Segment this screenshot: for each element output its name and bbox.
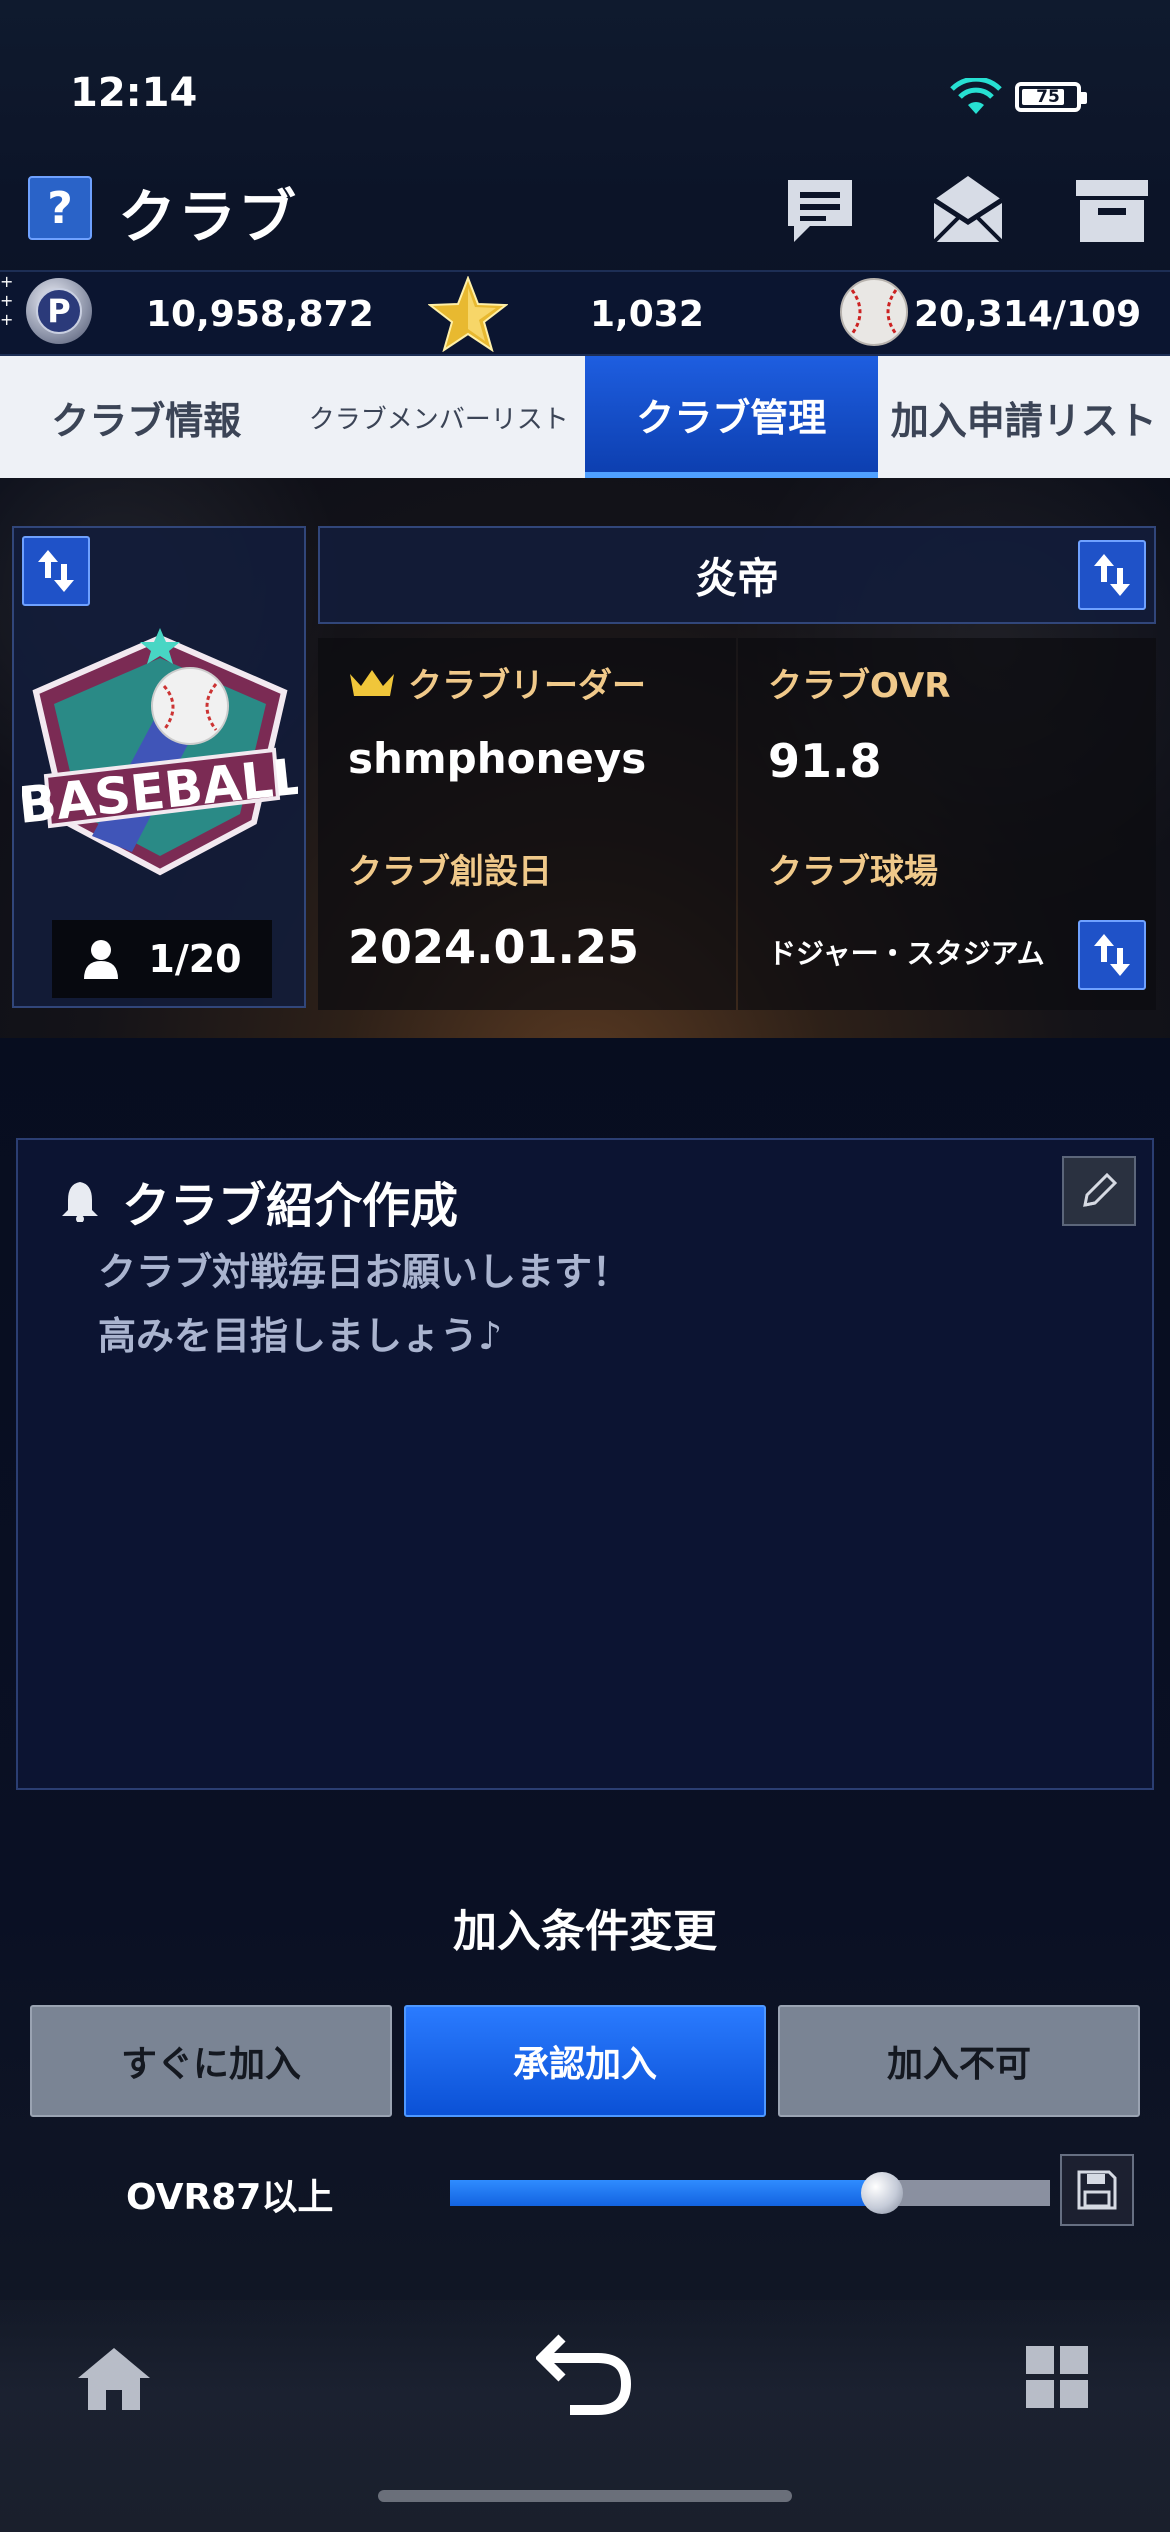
leader-value: shmphoneys <box>348 734 647 783</box>
join-approval-button[interactable]: 承認加入 <box>404 2005 766 2117</box>
points-value: 10,958,872 <box>146 293 374 335</box>
save-disk-icon <box>1077 2170 1117 2210</box>
stadium-label: クラブ球場 <box>768 852 938 892</box>
tab-club-management[interactable]: クラブ管理 <box>585 356 878 478</box>
points-value-wrap: 10,958,872 <box>146 278 374 350</box>
ovr-requirement-row: OVR87以上 <box>0 2150 1170 2230</box>
help-button[interactable]: ? <box>28 176 92 240</box>
ovr-requirement-label: OVR87以上 <box>126 2177 334 2218</box>
join-instant-button[interactable]: すぐに加入 <box>30 2005 392 2117</box>
status-time: 12:14 <box>70 70 198 116</box>
leader-label: クラブリーダー <box>408 666 646 706</box>
back-icon[interactable] <box>536 2332 632 2416</box>
points-coin-icon: P <box>26 278 92 344</box>
stars-value: 1,032 <box>590 293 704 335</box>
club-intro-panel: クラブ紹介作成 クラブ対戦毎日お願いします！ 高みを目指しましょう♪ <box>16 1138 1154 1790</box>
ovr-slider[interactable] <box>450 2172 1050 2214</box>
ovr-slider-thumb[interactable] <box>861 2172 903 2214</box>
crown-icon <box>350 669 394 696</box>
founded-value: 2024.01.25 <box>348 920 640 974</box>
star-icon <box>428 276 508 352</box>
home-icon[interactable] <box>76 2344 152 2414</box>
ovr-value: 91.8 <box>768 734 882 788</box>
ovr-slider-fill <box>450 2180 882 2206</box>
stadium-change-button[interactable] <box>1078 920 1146 990</box>
tab-club-info[interactable]: クラブ情報 <box>0 356 293 478</box>
club-banner: BASEBALL 1/20 炎帝 クラブリーダー shmphoneys クラブO… <box>0 478 1170 1038</box>
emblem-panel: BASEBALL 1/20 <box>12 526 306 1008</box>
stars-value-wrap: 1,032 <box>590 278 704 350</box>
swap-arrows-icon <box>38 550 74 592</box>
swap-arrows-icon <box>1094 934 1130 976</box>
member-count-badge: 1/20 <box>52 920 272 998</box>
baseball-icon <box>840 278 908 346</box>
save-button[interactable] <box>1060 2154 1134 2226</box>
club-name-bar: 炎帝 <box>318 526 1156 624</box>
status-bar: 12:14 75 <box>0 0 1170 160</box>
app-root: 12:14 75 ? クラブ P 10,958,872 + 1,032 + 20… <box>0 0 1170 2532</box>
club-name-change-button[interactable] <box>1078 540 1146 610</box>
founded-label: クラブ創設日 <box>348 852 552 892</box>
tab-member-list[interactable]: クラブメンバーリスト <box>293 356 586 478</box>
page-title: クラブ <box>118 183 299 251</box>
currency-bar: P 10,958,872 + 1,032 + 20,314/109 + <box>0 270 1170 356</box>
chat-icon[interactable] <box>780 170 860 250</box>
mail-icon[interactable] <box>928 170 1008 250</box>
edit-intro-button[interactable] <box>1062 1156 1136 1226</box>
wifi-icon <box>950 78 1002 114</box>
person-icon <box>84 940 119 979</box>
stadium-value: ドジャー・スタジアム <box>768 937 1045 970</box>
pencil-icon <box>1083 1172 1118 1207</box>
bell-icon <box>62 1182 98 1222</box>
stadium-cell: クラブ球場 ドジャー・スタジアム <box>738 824 1156 1010</box>
swap-arrows-icon <box>1094 554 1130 596</box>
club-name: 炎帝 <box>694 553 779 603</box>
intro-body: クラブ対戦毎日お願いします！ 高みを目指しましょう♪ <box>98 1240 630 1368</box>
home-indicator[interactable] <box>378 2490 792 2502</box>
leader-cell: クラブリーダー shmphoneys <box>318 638 736 824</box>
join-closed-button[interactable]: 加入不可 <box>778 2005 1140 2117</box>
intro-title: クラブ紹介作成 <box>122 1178 459 1234</box>
menu-grid-icon[interactable] <box>1024 2344 1090 2410</box>
app-header: ? クラブ <box>0 160 1170 270</box>
intro-line-2: 高みを目指しましょう♪ <box>98 1314 503 1358</box>
ovr-cell: クラブOVR 91.8 <box>738 638 1156 824</box>
balls-value-wrap: 20,314/109 <box>914 278 1141 350</box>
storage-box-icon[interactable] <box>1072 170 1152 250</box>
club-info-grid: クラブリーダー shmphoneys クラブOVR 91.8 クラブ創設日 20… <box>318 638 1156 1010</box>
club-tabs: クラブ情報 クラブメンバーリスト クラブ管理 加入申請リスト <box>0 356 1170 478</box>
join-conditions-title: 加入条件変更 <box>453 1906 717 1957</box>
balls-value: 20,314/109 <box>914 293 1142 335</box>
intro-line-1: クラブ対戦毎日お願いします！ <box>98 1250 631 1294</box>
join-condition-options: すぐに加入 承認加入 加入不可 <box>30 2005 1140 2117</box>
member-count-value: 1/20 <box>148 937 242 981</box>
tab-join-requests[interactable]: 加入申請リスト <box>878 356 1170 478</box>
founded-cell: クラブ創設日 2024.01.25 <box>318 824 736 1010</box>
battery-icon: 75 <box>1015 82 1087 112</box>
club-emblem: BASEBALL <box>22 628 298 876</box>
battery-level: 75 <box>1036 87 1060 107</box>
ovr-label: クラブOVR <box>768 666 951 706</box>
emblem-change-button[interactable] <box>22 536 90 606</box>
